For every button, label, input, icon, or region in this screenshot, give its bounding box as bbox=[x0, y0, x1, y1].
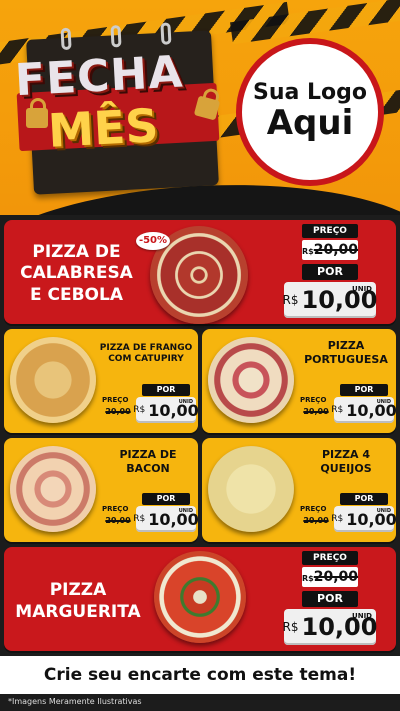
product-name: PIZZA PORTUGUESA bbox=[298, 339, 394, 367]
currency: R$ bbox=[302, 247, 314, 256]
price-label: PREÇO bbox=[302, 551, 358, 565]
product-name: PIZZA 4 QUEIJOS bbox=[298, 448, 394, 476]
product-name-line: PIZZA DE FRANGO bbox=[99, 343, 193, 353]
header: FECHA MÊS Sua Logo Aqui bbox=[0, 0, 400, 215]
price-label: PREÇO bbox=[102, 396, 129, 404]
por-label: POR bbox=[302, 591, 358, 607]
product-name-line: PIZZA DE bbox=[32, 242, 121, 262]
product-name-line: BACON bbox=[126, 461, 170, 475]
new-price: R$ 10,00 UNID bbox=[331, 506, 397, 532]
currency: R$ bbox=[133, 514, 146, 524]
footnote: *Imagens Meramente Ilustrativas bbox=[8, 697, 142, 706]
por-label: POR bbox=[340, 384, 388, 396]
currency: R$ bbox=[331, 405, 344, 415]
product-name-line: PIZZA 4 bbox=[321, 448, 371, 461]
product-card-calabresa[interactable]: PIZZA DE CALABRESA E CEBOLA PREÇO R$20,0… bbox=[4, 220, 396, 324]
ring-icon bbox=[160, 22, 172, 45]
por-label: POR bbox=[142, 493, 190, 505]
pizza-image-bacon bbox=[10, 446, 96, 532]
por-label: POR bbox=[302, 264, 358, 280]
pizza-image-frango bbox=[10, 337, 96, 423]
price-label: PREÇO bbox=[300, 396, 327, 404]
currency: R$ bbox=[133, 405, 146, 415]
old-price-value: 20,00 bbox=[105, 516, 131, 525]
currency: R$ bbox=[302, 574, 314, 583]
currency: R$ bbox=[282, 620, 299, 634]
por-label: POR bbox=[340, 493, 388, 505]
price-label: PREÇO bbox=[102, 505, 129, 513]
product-name-line: PIZZA DE bbox=[119, 448, 177, 461]
unit-label: UNID bbox=[178, 508, 193, 514]
product-name-line: MARGUERITA bbox=[15, 602, 141, 623]
product-name: PIZZA DE FRANGO COM CATUPIRY bbox=[98, 343, 194, 366]
ring-icon bbox=[110, 24, 122, 48]
product-card-bacon[interactable]: PIZZA DE BACON POR PREÇO 20,00 R$ 10,00 … bbox=[4, 438, 199, 542]
logo-line-1: Sua Logo bbox=[252, 80, 367, 106]
product-name: PIZZA DE CALABRESA E CEBOLA bbox=[14, 242, 139, 306]
old-price: R$20,00 bbox=[302, 567, 358, 587]
logo-placeholder: Sua Logo Aqui bbox=[236, 38, 384, 186]
padlock-icon bbox=[26, 98, 48, 128]
product-name-line: COM CATUPIRY bbox=[108, 354, 184, 365]
product-card-marguerita[interactable]: PIZZA MARGUERITA PREÇO R$20,00 POR R$ 10… bbox=[4, 547, 396, 651]
unit-label: UNID bbox=[352, 285, 372, 293]
ring-icon bbox=[60, 27, 72, 51]
currency: R$ bbox=[282, 293, 299, 307]
old-price-value: 20,00 bbox=[303, 516, 329, 525]
old-price: 20,00 bbox=[102, 514, 134, 528]
product-name-line: PIZZA bbox=[49, 580, 107, 600]
logo-line-2: Aqui bbox=[266, 103, 354, 144]
unit-label: UNID bbox=[376, 399, 391, 405]
old-price-value: 20,00 bbox=[313, 569, 359, 585]
title-mes: MÊS bbox=[46, 98, 160, 158]
old-price-value: 20,00 bbox=[313, 242, 359, 258]
pizza-image-portuguesa bbox=[208, 337, 294, 423]
pizza-image-4-queijos bbox=[208, 446, 294, 532]
new-price: R$ 10,00 UNID bbox=[282, 609, 377, 645]
new-price: R$ 10,00 UNID bbox=[282, 282, 377, 318]
new-price: R$ 10,00 UNID bbox=[331, 397, 397, 423]
old-price: R$20,00 bbox=[302, 240, 358, 260]
old-price: 20,00 bbox=[102, 405, 134, 419]
product-name-line: PORTUGUESA bbox=[304, 352, 388, 366]
discount-badge: -50% bbox=[136, 232, 170, 250]
product-name-line: QUEIJOS bbox=[320, 461, 372, 475]
product-card-portuguesa[interactable]: PIZZA PORTUGUESA POR PREÇO 20,00 R$ 10,0… bbox=[202, 329, 397, 433]
unit-label: UNID bbox=[178, 399, 193, 405]
pizza-image-marguerita bbox=[154, 551, 246, 643]
old-price-value: 20,00 bbox=[303, 407, 329, 416]
old-price: 20,00 bbox=[300, 514, 332, 528]
price-label: PREÇO bbox=[300, 505, 327, 513]
cta-banner[interactable]: Crie seu encarte com este tema! bbox=[0, 656, 400, 694]
product-card-4-queijos[interactable]: PIZZA 4 QUEIJOS POR PREÇO 20,00 R$ 10,00… bbox=[202, 438, 397, 542]
currency: R$ bbox=[331, 514, 344, 524]
product-name: PIZZA MARGUERITA bbox=[14, 579, 142, 623]
product-name-line: CALABRESA bbox=[20, 263, 133, 284]
old-price-value: 20,00 bbox=[105, 407, 131, 416]
price-label: PREÇO bbox=[302, 224, 358, 238]
flyer-page: FECHA MÊS Sua Logo Aqui PIZZA DE CALABRE… bbox=[0, 0, 400, 711]
old-price: 20,00 bbox=[300, 405, 332, 419]
product-name-line: PIZZA bbox=[327, 339, 365, 352]
unit-label: UNID bbox=[376, 508, 391, 514]
cta-text: Crie seu encarte com este tema! bbox=[43, 665, 357, 685]
new-price: R$ 10,00 UNID bbox=[133, 506, 199, 532]
product-name: PIZZA DE BACON bbox=[100, 448, 196, 476]
new-price: R$ 10,00 UNID bbox=[133, 397, 199, 423]
unit-label: UNID bbox=[352, 612, 372, 620]
product-name-line: E CEBOLA bbox=[29, 284, 124, 305]
por-label: POR bbox=[142, 384, 190, 396]
product-card-frango[interactable]: PIZZA DE FRANGO COM CATUPIRY POR PREÇO 2… bbox=[4, 329, 199, 433]
